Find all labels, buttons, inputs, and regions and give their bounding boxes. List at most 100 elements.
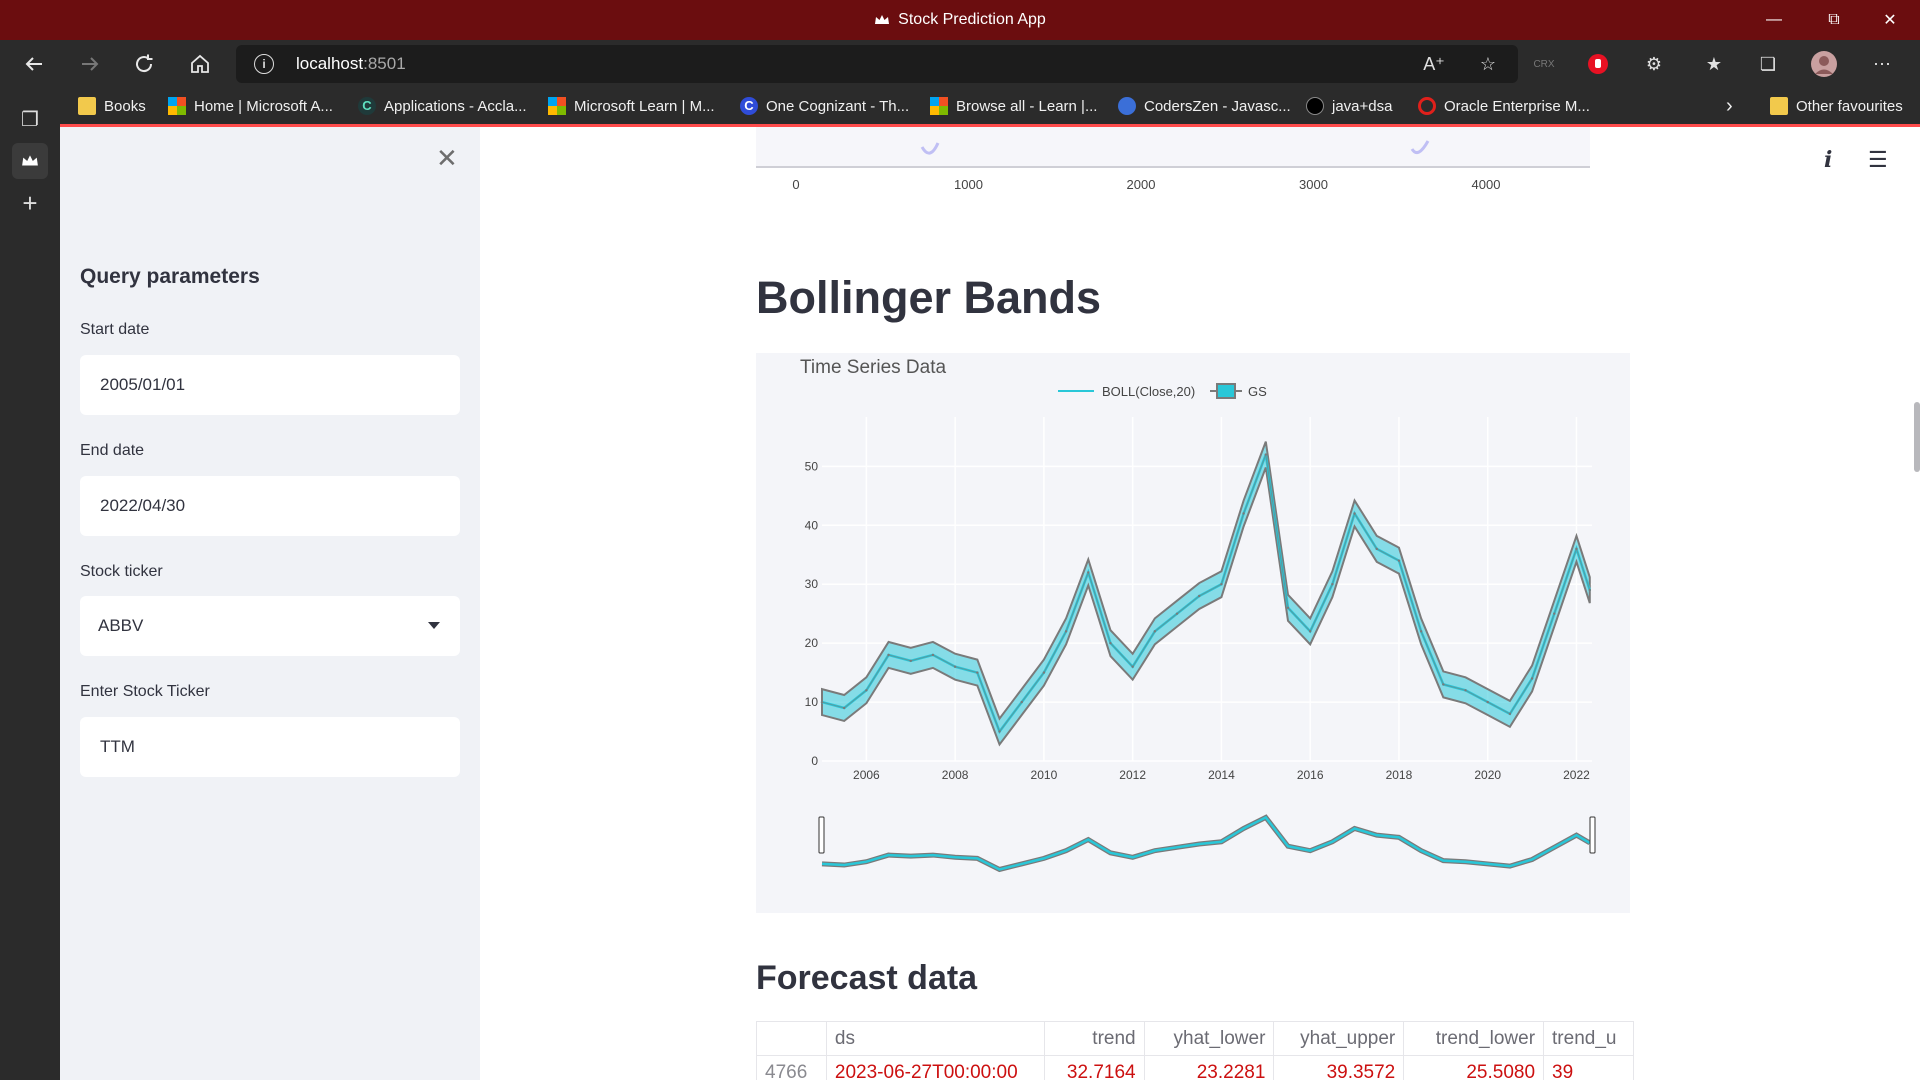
- folder-icon: [1770, 97, 1788, 115]
- data-point[interactable]: [1508, 712, 1512, 716]
- data-point[interactable]: [820, 700, 824, 704]
- bookmark-home-microsoft[interactable]: Home | Microsoft A...: [168, 95, 333, 117]
- range-slider-left-handle[interactable]: [818, 816, 825, 854]
- bookmark-oracle[interactable]: Oracle Enterprise M...: [1418, 95, 1590, 117]
- new-tab-icon[interactable]: +: [12, 185, 48, 221]
- data-point[interactable]: [1464, 689, 1467, 692]
- data-point[interactable]: [1220, 583, 1223, 586]
- back-arrow-icon: [25, 57, 42, 71]
- data-point[interactable]: [1131, 665, 1134, 668]
- active-tab-streamlit[interactable]: [12, 143, 48, 179]
- minimize-button[interactable]: —: [1746, 0, 1802, 40]
- start-date-input[interactable]: 2005/01/01: [80, 355, 460, 415]
- data-point[interactable]: [1153, 630, 1157, 633]
- back-button[interactable]: [16, 46, 52, 82]
- column-header-index[interactable]: [756, 1021, 827, 1056]
- column-header-trend-upper[interactable]: trend_u: [1543, 1021, 1634, 1056]
- close-sidebar-icon[interactable]: ✕: [436, 143, 458, 174]
- add-favourite-icon[interactable]: ☆: [1474, 50, 1502, 78]
- data-point[interactable]: [998, 730, 1001, 733]
- data-point[interactable]: [953, 665, 957, 668]
- bollinger-chart-svg[interactable]: Time Series Data BOLL(Close,20) GS 0 10 20 30 4…: [756, 353, 1630, 913]
- x-tick-label: 2022: [1563, 768, 1590, 782]
- get-crx-icon[interactable]: CRX: [1530, 50, 1558, 78]
- data-point[interactable]: [865, 689, 868, 692]
- x-tick-label: 2016: [1297, 768, 1324, 782]
- bookmark-other-favourites[interactable]: Other favourites: [1770, 95, 1903, 117]
- read-aloud-icon[interactable]: A⁺: [1420, 50, 1448, 78]
- site-info-icon[interactable]: i: [254, 54, 274, 74]
- data-point[interactable]: [1242, 512, 1245, 515]
- data-point[interactable]: [1020, 700, 1023, 704]
- column-header-ds[interactable]: ds: [825, 1021, 1045, 1056]
- stock-ticker-select[interactable]: ABBV: [80, 596, 460, 656]
- data-point[interactable]: [1264, 453, 1268, 456]
- bookmark-one-cognizant[interactable]: C One Cognizant - Th...: [740, 95, 909, 117]
- data-point[interactable]: [1397, 559, 1401, 562]
- data-point[interactable]: [1087, 571, 1090, 574]
- range-slider-right-handle[interactable]: [1589, 816, 1596, 854]
- data-point[interactable]: [1553, 612, 1556, 615]
- data-point[interactable]: [1175, 612, 1179, 615]
- column-header-yhat-lower[interactable]: yhat_lower: [1143, 1021, 1275, 1056]
- bookmark-applications[interactable]: C Applications - Accla...: [358, 95, 527, 117]
- data-point[interactable]: [1419, 630, 1423, 633]
- bookmark-java-dsa[interactable]: java+dsa: [1306, 95, 1392, 117]
- url-text[interactable]: localhost:8501: [296, 54, 406, 74]
- page-scrollbar-thumb[interactable]: [1914, 402, 1920, 472]
- legend-boll-label[interactable]: BOLL(Close,20): [1102, 384, 1195, 399]
- tab-actions-icon[interactable]: ❐: [12, 101, 48, 137]
- bollinger-chart[interactable]: Time Series Data BOLL(Close,20) GS 0 10 20 30 4…: [756, 353, 1630, 913]
- range-slider-trace: [821, 815, 1591, 871]
- data-point[interactable]: [1353, 512, 1356, 515]
- sidebar-heading: Query parameters: [80, 265, 260, 288]
- legend-gs-label[interactable]: GS: [1248, 384, 1267, 399]
- data-point[interactable]: [1198, 594, 1201, 598]
- profile-avatar[interactable]: [1810, 50, 1838, 78]
- bookmarks-overflow-chevron-icon[interactable]: ›: [1726, 95, 1733, 117]
- extensions-icon[interactable]: ⚙: [1640, 50, 1668, 78]
- restore-button[interactable]: ⧉: [1806, 0, 1862, 40]
- data-point[interactable]: [1588, 588, 1591, 592]
- y-tick-label: 40: [805, 518, 819, 532]
- address-bar[interactable]: i localhost:8501 A⁺ ☆: [236, 45, 1518, 83]
- range-slider-area[interactable]: [822, 805, 1592, 887]
- data-point[interactable]: [976, 671, 979, 674]
- data-point[interactable]: [909, 659, 912, 663]
- data-point[interactable]: [1308, 630, 1312, 633]
- forecast-table[interactable]: ds trend yhat_lower yhat_upper trend_low…: [756, 1021, 1634, 1080]
- column-header-trend[interactable]: trend: [1043, 1021, 1145, 1056]
- data-point[interactable]: [1375, 547, 1378, 551]
- refresh-button[interactable]: [126, 46, 162, 82]
- data-point[interactable]: [1286, 606, 1290, 609]
- data-point[interactable]: [1109, 641, 1112, 645]
- data-point[interactable]: [1530, 677, 1534, 680]
- bookmark-browse-all[interactable]: Browse all - Learn |...: [930, 95, 1097, 117]
- data-point[interactable]: [842, 706, 846, 710]
- collections-icon[interactable]: ❏: [1754, 50, 1782, 78]
- extension-red-icon[interactable]: [1584, 50, 1612, 78]
- more-menu-icon[interactable]: ⋯: [1868, 50, 1896, 78]
- forward-button[interactable]: [72, 46, 108, 82]
- data-point[interactable]: [1331, 583, 1334, 586]
- bookmark-coderszen[interactable]: CodersZen - Javasc...: [1118, 95, 1291, 117]
- data-point[interactable]: [887, 653, 890, 657]
- table-row[interactable]: 4766 2023-06-27T00:00:00 32.7164 23.2281…: [756, 1055, 1634, 1080]
- favourites-icon[interactable]: ★: [1700, 50, 1728, 78]
- data-point[interactable]: [931, 653, 935, 657]
- enter-ticker-input[interactable]: TTM: [80, 717, 460, 777]
- legend-gs-swatch[interactable]: [1216, 383, 1236, 399]
- bookmark-books[interactable]: Books: [78, 95, 146, 117]
- data-point[interactable]: [1575, 547, 1578, 551]
- folder-icon: [78, 97, 96, 115]
- column-header-trend-lower[interactable]: trend_lower: [1403, 1021, 1545, 1056]
- data-point[interactable]: [1064, 630, 1068, 633]
- column-header-yhat-upper[interactable]: yhat_upper: [1273, 1021, 1405, 1056]
- data-point[interactable]: [1486, 700, 1489, 704]
- data-point[interactable]: [1042, 671, 1046, 674]
- data-point[interactable]: [1442, 683, 1445, 686]
- end-date-input[interactable]: 2022/04/30: [80, 476, 460, 536]
- close-window-button[interactable]: ✕: [1862, 0, 1918, 40]
- home-button[interactable]: [182, 46, 218, 82]
- bookmark-microsoft-learn[interactable]: Microsoft Learn | M...: [548, 95, 715, 117]
